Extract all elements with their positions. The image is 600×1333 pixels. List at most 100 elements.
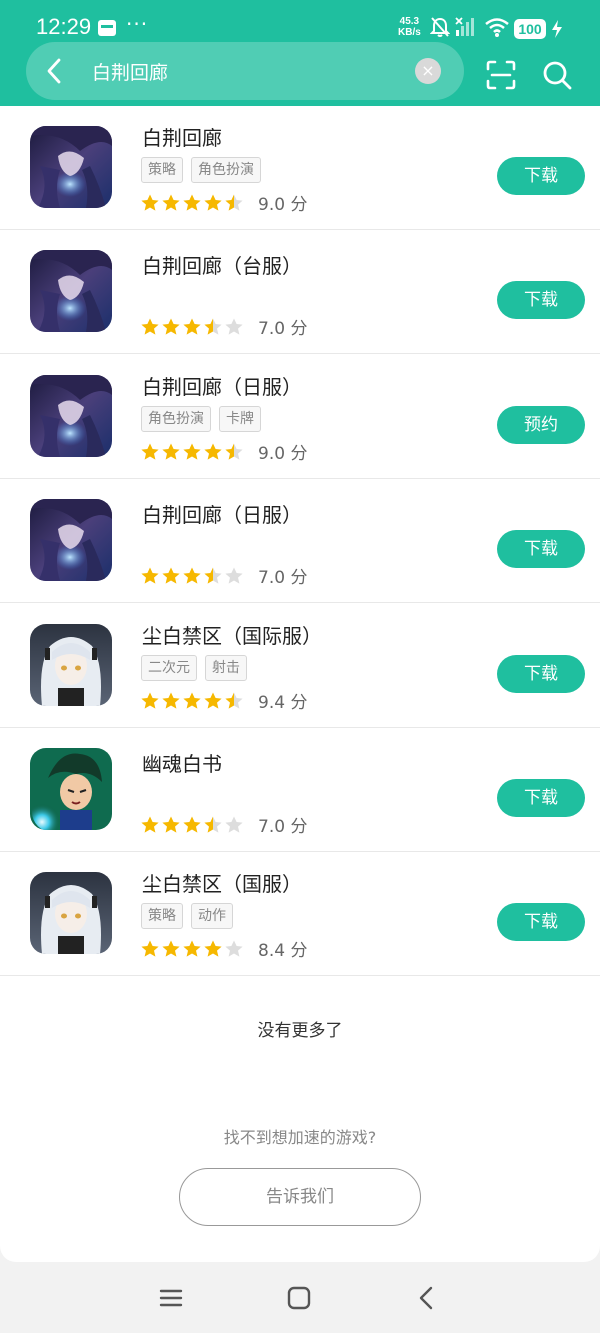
search-results-list: 白荆回廊 策略 角色扮演 9.0 分下载 白荆回廊（台服） 7.0 分下载 白荆回廊（日服）… [0,106,600,1262]
result-row[interactable]: 尘白禁区（国服） 策略 动作 8.4 分 下载 [0,852,600,976]
star-half-icon [204,816,222,833]
star-empty-icon [225,816,243,833]
download-button[interactable]: 下载 [497,903,585,941]
star-half-icon [204,318,222,335]
star-full-icon [204,194,222,211]
star-full-icon [141,318,159,335]
star-full-icon [141,194,159,211]
app-name: 白荆回廊（日服） [142,375,302,399]
result-row[interactable]: 白荆回廊（日服） 角色扮演 卡牌 9.0 分 预约 [0,355,600,479]
signal-icon [455,17,474,36]
network-speed-value: 45.3 [399,16,420,27]
star-rating [140,566,244,586]
tag-list: 二次元 射击 [141,655,247,681]
download-button[interactable]: 下载 [497,779,585,817]
wifi-icon [485,18,509,37]
download-button[interactable]: 下载 [497,157,585,195]
result-row[interactable]: 白荆回廊（日服） 7.0 分 下载 [0,479,600,603]
score: 9.4 分 [258,693,308,713]
star-full-icon [204,940,222,957]
score: 9.0 分 [258,195,308,215]
status-bar: 12:29 ··· 45.3 KB/s 100 [0,0,600,40]
app-name: 幽魂白书 [142,752,222,776]
network-speed: 45.3 KB/s [398,16,421,38]
star-half-icon [225,194,243,211]
more-notifications-icon: ··· [126,12,149,36]
star-full-icon [141,692,159,709]
app-name: 尘白禁区（国服） [142,872,302,896]
app-icon [30,872,112,954]
star-full-icon [183,567,201,584]
genre-tag: 卡牌 [219,406,261,432]
app-name: 尘白禁区（国际服） [142,624,322,648]
clear-search-button[interactable]: × [415,58,441,84]
search-icon[interactable] [540,58,574,92]
notification-icon [98,20,116,36]
download-button[interactable]: 下载 [497,281,585,319]
star-full-icon [183,692,201,709]
rating: 9.0 分 [140,439,307,464]
result-row[interactable]: 尘白禁区（国际服） 二次元 射击 9.4 分 下载 [0,604,600,728]
genre-tag: 二次元 [141,655,197,681]
genre-tag: 动作 [191,903,233,929]
star-empty-icon [225,940,243,957]
star-full-icon [162,567,180,584]
score: 8.4 分 [258,941,308,961]
star-full-icon [162,194,180,211]
app-icon [30,375,112,457]
tag-list: 策略 角色扮演 [141,157,261,183]
rating: 9.4 分 [140,688,307,713]
back-arrow-icon[interactable] [40,56,70,86]
search-input[interactable] [92,56,392,86]
tell-us-button[interactable]: 告诉我们 [179,1168,421,1226]
network-speed-unit: KB/s [398,27,421,38]
app-icon [30,499,112,581]
app-icon [30,748,112,830]
star-full-icon [183,318,201,335]
genre-tag: 策略 [141,157,183,183]
star-half-icon [204,567,222,584]
star-full-icon [141,816,159,833]
menu-icon[interactable] [157,1284,185,1312]
system-nav-bar [0,1262,600,1333]
app-name: 白荆回廊（台服） [142,254,302,278]
star-full-icon [141,940,159,957]
download-button[interactable]: 下载 [497,530,585,568]
search-bar: × [26,42,464,100]
result-row[interactable]: 白荆回廊（台服） 7.0 分 下载 [0,230,600,354]
rating: 7.0 分 [140,563,307,588]
star-full-icon [162,816,180,833]
app-icon [30,624,112,706]
charging-icon [552,20,562,38]
home-icon[interactable] [285,1284,313,1312]
scan-icon[interactable] [484,58,518,92]
download-button[interactable]: 下载 [497,655,585,693]
rating: 9.0 分 [140,190,307,215]
reserve-button[interactable]: 预约 [497,406,585,444]
genre-tag: 角色扮演 [191,157,261,183]
star-full-icon [162,692,180,709]
cant-find-hint: 找不到想加速的游戏? [223,1128,377,1147]
app-name: 白荆回廊 [142,126,222,150]
score: 7.0 分 [258,817,308,837]
result-row[interactable]: 幽魂白书 7.0 分 下载 [0,728,600,852]
app-icon [30,126,112,208]
star-rating [140,815,244,835]
star-full-icon [183,443,201,460]
star-empty-icon [225,567,243,584]
star-empty-icon [225,318,243,335]
star-full-icon [141,443,159,460]
result-row[interactable]: 白荆回廊策略 角色扮演 9.0 分 下载 [0,106,600,230]
star-full-icon [183,940,201,957]
star-rating [140,317,244,337]
star-full-icon [204,692,222,709]
tag-list: 角色扮演 卡牌 [141,406,261,432]
star-full-icon [183,194,201,211]
star-full-icon [204,443,222,460]
genre-tag: 射击 [205,655,247,681]
star-rating [140,442,244,462]
rating: 7.0 分 [140,812,307,837]
tag-list: 策略 动作 [141,903,233,929]
back-icon[interactable] [413,1284,441,1312]
star-full-icon [183,816,201,833]
